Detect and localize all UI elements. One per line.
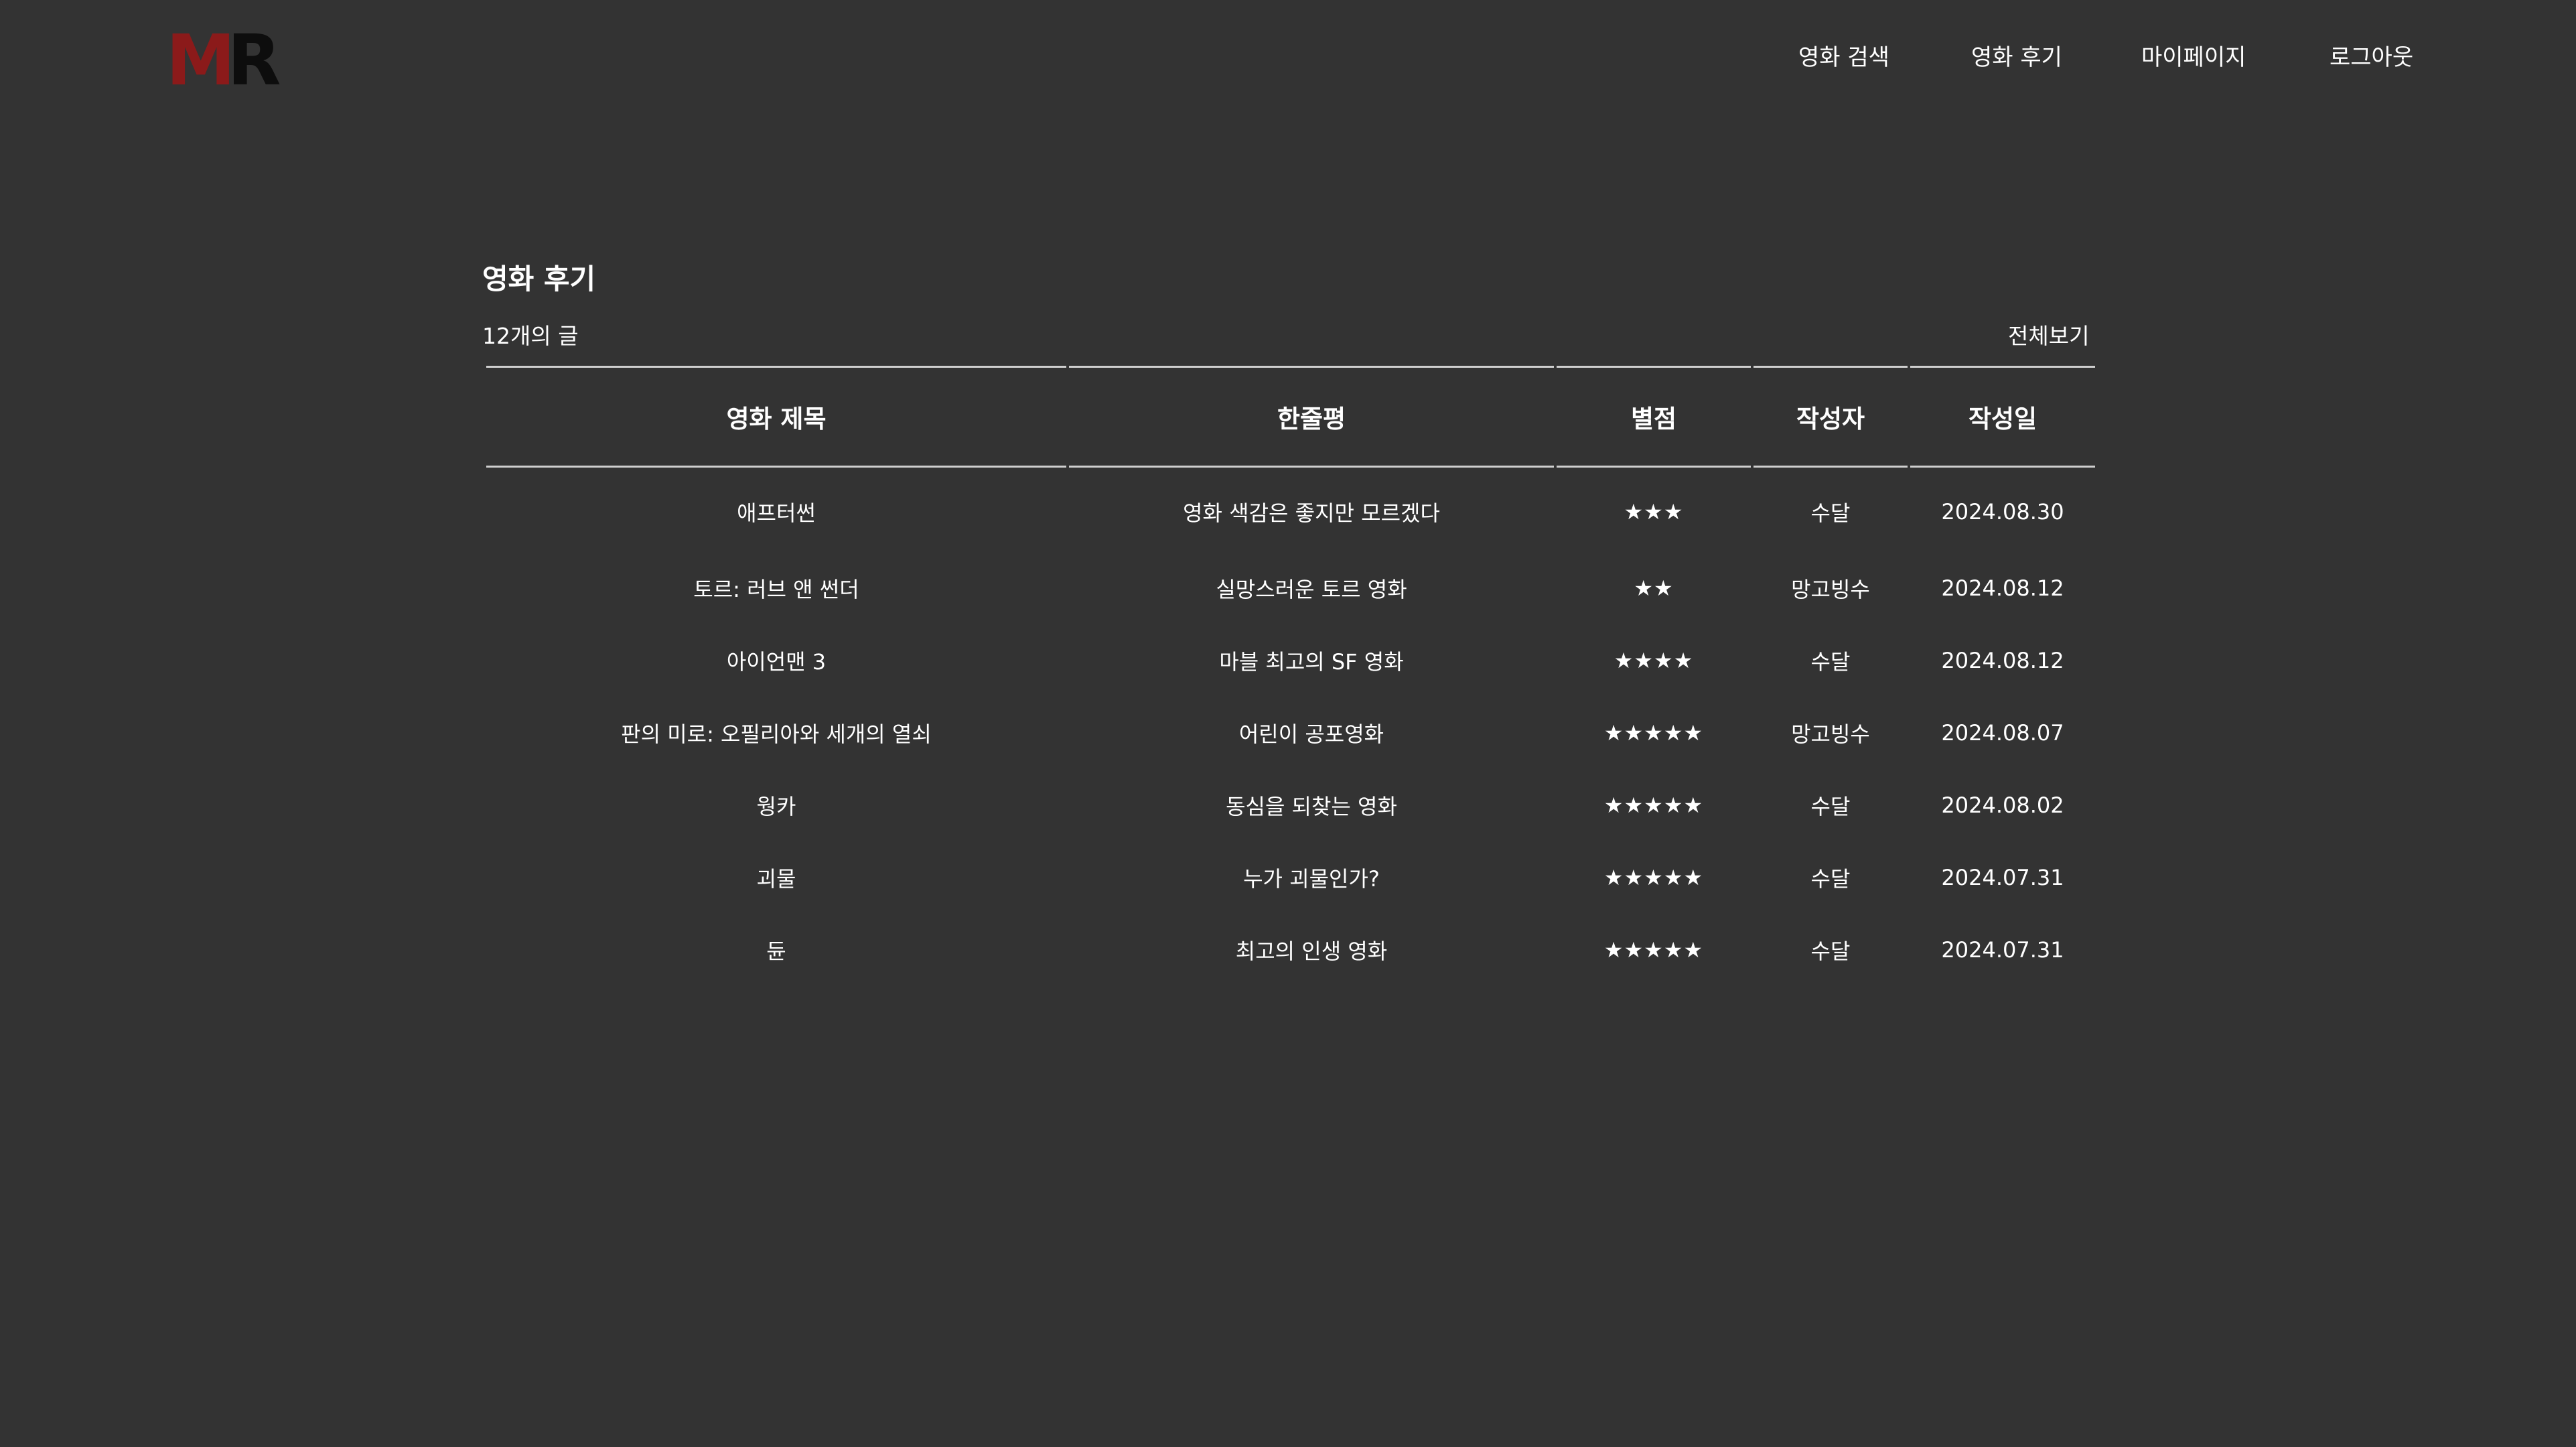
cell-author: 수달 — [1810, 794, 1851, 819]
cell-movie-title[interactable]: 애프터썬 — [486, 468, 1066, 552]
cell-movie-title[interactable]: 아이언맨 3 — [486, 624, 1066, 697]
cell-movie-title[interactable]: 듄 — [486, 914, 1066, 986]
cell-comment: 마블 최고의 SF 영화 — [1219, 649, 1404, 675]
cell-rating: ★★★★★ — [1603, 720, 1704, 746]
main-nav: 영화 검색 영화 후기 마이페이지 로그아웃 — [0, 42, 2576, 74]
column-header-author: 작성자 — [1754, 366, 1908, 468]
cell-comment: 누가 괴물인가? — [1243, 866, 1380, 892]
cell-rating: ★★ — [1634, 575, 1674, 601]
column-header-rating: 별점 — [1557, 366, 1751, 468]
nav-movie-reviews[interactable]: 영화 후기 — [1971, 42, 2062, 74]
cell-movie-title[interactable]: 토르: 러브 앤 썬더 — [486, 552, 1066, 624]
nav-logout[interactable]: 로그아웃 — [2330, 42, 2413, 74]
cell-date: 2024.08.30 — [1941, 499, 2064, 525]
cell-author: 망고빙수 — [1791, 577, 1870, 602]
cell-author: 수달 — [1810, 939, 1851, 964]
cell-date: 2024.08.07 — [1941, 720, 2064, 746]
cell-movie-title[interactable]: 괴물 — [486, 841, 1066, 914]
cell-date: 2024.08.12 — [1941, 648, 2064, 673]
header-row: 영화 제목 한줄평 별점 작성자 작성일 — [486, 366, 2095, 468]
cell-date: 2024.08.12 — [1941, 575, 2064, 601]
cell-date: 2024.07.31 — [1941, 865, 2064, 890]
table-row[interactable]: 애프터썬 영화 색감은 좋지만 모르겠다 ★★★ 수달 2024.08.30 — [486, 468, 2095, 552]
nav-mypage[interactable]: 마이페이지 — [2141, 42, 2246, 74]
cell-comment: 동심을 되찾는 영화 — [1226, 794, 1397, 819]
cell-rating: ★★★★★ — [1603, 865, 1704, 890]
table-row[interactable]: 듄 최고의 인생 영화 ★★★★★ 수달 2024.07.31 — [486, 914, 2095, 986]
cell-author: 망고빙수 — [1791, 721, 1870, 747]
cell-rating: ★★★★★ — [1603, 937, 1704, 963]
cell-movie-title[interactable]: 웡카 — [486, 769, 1066, 841]
table-row[interactable]: 웡카 동심을 되찾는 영화 ★★★★★ 수달 2024.08.02 — [486, 769, 2095, 841]
table-row[interactable]: 판의 미로: 오필리아와 세개의 열쇠 어린이 공포영화 ★★★★★ 망고빙수 … — [486, 697, 2095, 769]
cell-date: 2024.08.02 — [1941, 793, 2064, 818]
table-row[interactable]: 아이언맨 3 마블 최고의 SF 영화 ★★★★ 수달 2024.08.12 — [486, 624, 2095, 697]
column-header-comment: 한줄평 — [1069, 366, 1554, 468]
cell-rating: ★★★★★ — [1603, 793, 1704, 818]
site-header: MR 영화 검색 영화 후기 마이페이지 로그아웃 — [0, 0, 2576, 114]
cell-comment: 영화 색감은 좋지만 모르겠다 — [1183, 500, 1440, 526]
table-header: 영화 제목 한줄평 별점 작성자 작성일 — [486, 366, 2095, 468]
cell-comment: 최고의 인생 영화 — [1235, 939, 1388, 964]
table-row[interactable]: 토르: 러브 앤 썬더 실망스러운 토르 영화 ★★ 망고빙수 2024.08.… — [486, 552, 2095, 624]
nav-movie-search[interactable]: 영화 검색 — [1798, 42, 1889, 74]
cell-comment: 어린이 공포영화 — [1238, 721, 1384, 747]
cell-author: 수달 — [1810, 649, 1851, 675]
table-row[interactable]: 괴물 누가 괴물인가? ★★★★★ 수달 2024.07.31 — [486, 841, 2095, 914]
column-header-title: 영화 제목 — [486, 366, 1066, 468]
cell-author: 수달 — [1810, 866, 1851, 892]
cell-rating: ★★★★ — [1614, 648, 1694, 673]
page-title: 영화 후기 — [482, 263, 596, 295]
cell-date: 2024.07.31 — [1941, 937, 2064, 963]
column-header-date: 작성일 — [1910, 366, 2095, 468]
view-all-link[interactable]: 전체보기 — [2008, 320, 2089, 352]
cell-movie-title[interactable]: 판의 미로: 오필리아와 세개의 열쇠 — [486, 697, 1066, 769]
cell-comment: 실망스러운 토르 영화 — [1216, 577, 1407, 602]
reviews-table: 영화 제목 한줄평 별점 작성자 작성일 애프터썬 영화 색감은 좋지만 모르겠… — [484, 366, 2098, 986]
post-count: 12개의 글 — [482, 323, 579, 349]
cell-rating: ★★★ — [1624, 499, 1684, 525]
table-body: 애프터썬 영화 색감은 좋지만 모르겠다 ★★★ 수달 2024.08.30 토… — [486, 468, 2095, 986]
cell-author: 수달 — [1810, 500, 1851, 526]
